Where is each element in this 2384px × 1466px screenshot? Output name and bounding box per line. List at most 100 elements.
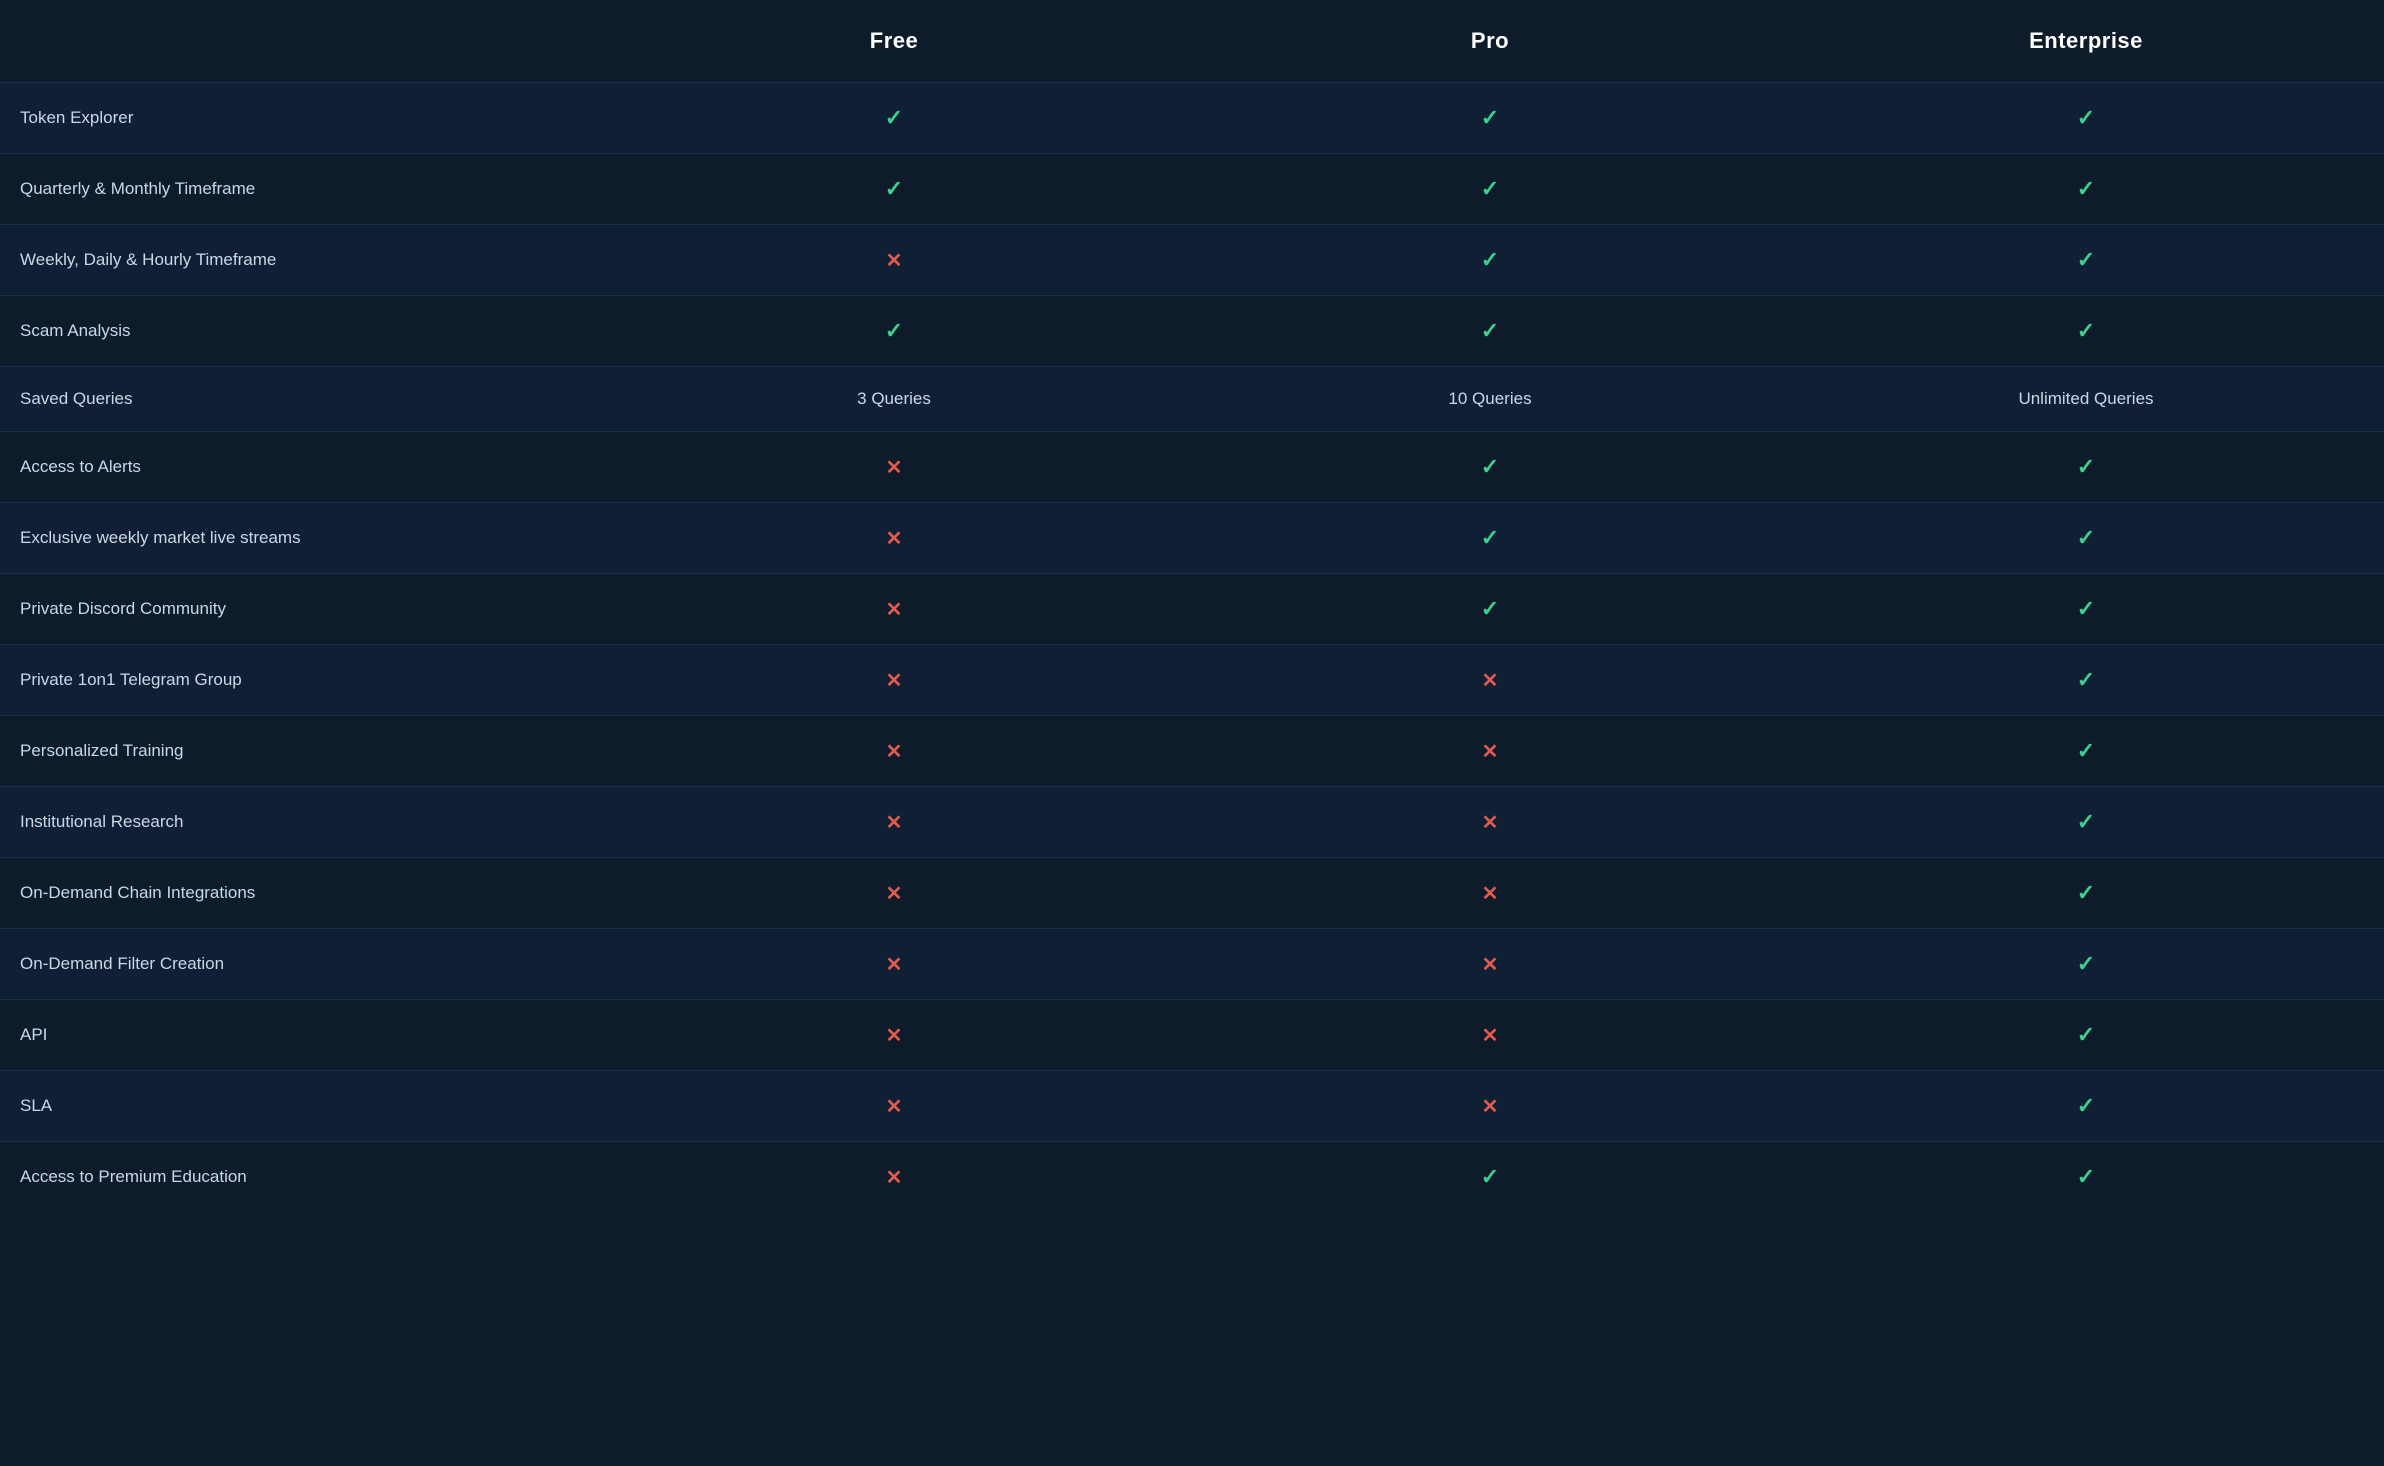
free-value: ✕ [596, 432, 1192, 503]
table-row: Saved Queries3 Queries10 QueriesUnlimite… [0, 367, 2384, 432]
enterprise-value: ✓ [1788, 716, 2384, 787]
check-icon: ✓ [1481, 318, 1499, 343]
table-row: Weekly, Daily & Hourly Timeframe✕✓✓ [0, 225, 2384, 296]
check-icon: ✓ [2077, 1164, 2095, 1189]
enterprise-value: ✓ [1788, 296, 2384, 367]
cross-icon: ✕ [886, 457, 903, 479]
cross-icon: ✕ [886, 670, 903, 692]
cross-icon: ✕ [886, 812, 903, 834]
feature-label: Private 1on1 Telegram Group [0, 645, 596, 716]
cross-icon: ✕ [1482, 741, 1499, 763]
free-plan-header: Free [596, 0, 1192, 83]
cross-icon: ✕ [1482, 883, 1499, 905]
enterprise-value: ✓ [1788, 1071, 2384, 1142]
enterprise-value: ✓ [1788, 154, 2384, 225]
table-row: Personalized Training ✕ ✕ ✓ [0, 716, 2384, 787]
feature-label: Institutional Research [0, 787, 596, 858]
enterprise-value: ✓ [1788, 83, 2384, 154]
enterprise-value: ✓ [1788, 858, 2384, 929]
check-icon: ✓ [2077, 596, 2095, 621]
enterprise-value: ✓ [1788, 1142, 2384, 1213]
pro-value: 10 Queries [1192, 367, 1788, 432]
table-row: API✕✕✓ [0, 1000, 2384, 1071]
check-icon: ✓ [2077, 738, 2095, 763]
cross-icon: ✕ [886, 883, 903, 905]
free-value: ✕ [596, 1142, 1192, 1213]
pro-value: ✕ [1192, 716, 1788, 787]
text-value: Unlimited Queries [2018, 389, 2153, 408]
feature-label: Token Explorer [0, 83, 596, 154]
table-row: Institutional Research ✕ ✕ ✓ [0, 787, 2384, 858]
check-icon: ✓ [2077, 1093, 2095, 1118]
table-row: Private 1on1 Telegram Group✕✕✓ [0, 645, 2384, 716]
check-icon: ✓ [2077, 1022, 2095, 1047]
pro-value: ✕ [1192, 1071, 1788, 1142]
table-row: On-Demand Filter Creation ✕ ✕ ✓ [0, 929, 2384, 1000]
check-icon: ✓ [2077, 318, 2095, 343]
feature-label: Private Discord Community [0, 574, 596, 645]
table-row: Quarterly & Monthly Timeframe ✓ ✓ ✓ [0, 154, 2384, 225]
free-value: ✕ [596, 716, 1192, 787]
table-row: Scam Analysis✓✓✓ [0, 296, 2384, 367]
pro-value: ✕ [1192, 787, 1788, 858]
enterprise-value: ✓ [1788, 432, 2384, 503]
feature-label: Quarterly & Monthly Timeframe [0, 154, 596, 225]
free-value: ✕ [596, 225, 1192, 296]
cross-icon: ✕ [886, 741, 903, 763]
pro-value: ✓ [1192, 574, 1788, 645]
free-value: 3 Queries [596, 367, 1192, 432]
feature-label: On-Demand Filter Creation [0, 929, 596, 1000]
cross-icon: ✕ [886, 1025, 903, 1047]
check-icon: ✓ [1481, 454, 1499, 479]
check-icon: ✓ [1481, 176, 1499, 201]
free-value: ✕ [596, 645, 1192, 716]
pro-value: ✓ [1192, 296, 1788, 367]
feature-label: Exclusive weekly market live streams [0, 503, 596, 574]
enterprise-plan-header: Enterprise [1788, 0, 2384, 83]
cross-icon: ✕ [886, 954, 903, 976]
free-value: ✓ [596, 296, 1192, 367]
check-icon: ✓ [2077, 951, 2095, 976]
check-icon: ✓ [1481, 247, 1499, 272]
free-value: ✕ [596, 503, 1192, 574]
table-row: SLA ✕ ✕ ✓ [0, 1071, 2384, 1142]
pro-value: ✓ [1192, 83, 1788, 154]
text-value: 10 Queries [1448, 389, 1531, 408]
cross-icon: ✕ [886, 250, 903, 272]
feature-label: Access to Premium Education [0, 1142, 596, 1213]
check-icon: ✓ [1481, 596, 1499, 621]
feature-label: Access to Alerts [0, 432, 596, 503]
check-icon: ✓ [1481, 105, 1499, 130]
enterprise-value: ✓ [1788, 1000, 2384, 1071]
cross-icon: ✕ [1482, 812, 1499, 834]
free-value: ✓ [596, 154, 1192, 225]
check-icon: ✓ [2077, 247, 2095, 272]
check-icon: ✓ [885, 105, 903, 130]
cross-icon: ✕ [886, 1096, 903, 1118]
pro-plan-header: Pro [1192, 0, 1788, 83]
cross-icon: ✕ [886, 599, 903, 621]
pro-value: ✓ [1192, 225, 1788, 296]
feature-label: Personalized Training [0, 716, 596, 787]
cross-icon: ✕ [1482, 670, 1499, 692]
feature-label: SLA [0, 1071, 596, 1142]
check-icon: ✓ [885, 176, 903, 201]
cross-icon: ✕ [1482, 954, 1499, 976]
check-icon: ✓ [2077, 454, 2095, 479]
free-value: ✓ [596, 83, 1192, 154]
table-row: Exclusive weekly market live streams✕✓✓ [0, 503, 2384, 574]
feature-label: Scam Analysis [0, 296, 596, 367]
table-row: Token Explorer ✓ ✓ ✓ [0, 83, 2384, 154]
free-value: ✕ [596, 787, 1192, 858]
check-icon: ✓ [2077, 105, 2095, 130]
pro-value: ✓ [1192, 432, 1788, 503]
cross-icon: ✕ [1482, 1096, 1499, 1118]
cross-icon: ✕ [886, 528, 903, 550]
enterprise-value: ✓ [1788, 787, 2384, 858]
pricing-table: Free Pro Enterprise Token Explorer✓✓✓Qua… [0, 0, 2384, 1212]
check-icon: ✓ [1481, 525, 1499, 550]
free-value: ✕ [596, 1071, 1192, 1142]
table-row: On-Demand Chain Integrations✕✕✓ [0, 858, 2384, 929]
feature-label: API [0, 1000, 596, 1071]
check-icon: ✓ [2077, 880, 2095, 905]
